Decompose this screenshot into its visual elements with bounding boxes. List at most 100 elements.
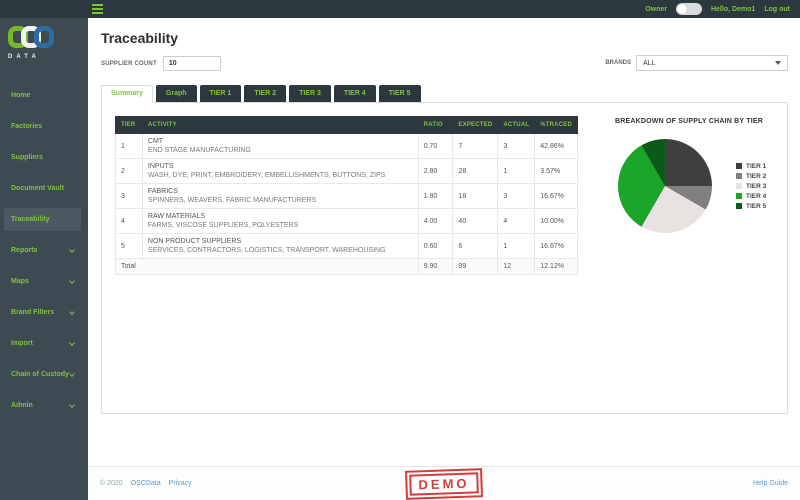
summary-tab-panel: TIER ACTIVITY RATIO EXPECTED ACTUAL %TRACED 1… xyxy=(101,102,788,414)
legend-item-tier-4: TIER 4 xyxy=(736,193,766,200)
owner-toggle[interactable] xyxy=(675,3,702,15)
logout-link[interactable]: Log out xyxy=(764,6,790,13)
chevron-down-icon xyxy=(69,247,75,253)
brands-label: BRANDS xyxy=(605,60,631,66)
tab-tier-4[interactable]: TIER 4 xyxy=(333,85,376,102)
filter-controls: SUPPLIER COUNT BRANDS ALL xyxy=(101,55,788,72)
sidebar-item-label: Chain of Custody xyxy=(11,371,69,378)
tab-summary[interactable]: Summary xyxy=(101,85,153,103)
table-row: 5 NON PRODUCT SUPPLIERS SERVICES, CONTRACT… xyxy=(115,233,578,259)
sidebar-item-label: Admin xyxy=(11,402,33,409)
cell-ratio: 1.80 xyxy=(417,183,454,209)
column-header-actual: ACTUAL xyxy=(497,116,536,134)
legend-swatch-icon xyxy=(736,183,742,189)
sidebar-item-chain-of-custody[interactable]: Chain of Custody xyxy=(0,359,88,390)
supplier-count-input[interactable] xyxy=(162,56,221,72)
chevron-down-icon xyxy=(69,340,75,346)
tab-tier-2[interactable]: TIER 2 xyxy=(244,85,287,102)
sidebar-item-label: Suppliers xyxy=(11,154,43,161)
sidebar-item-label: Import xyxy=(11,340,33,347)
cell-expected: 6 xyxy=(452,233,499,259)
chevron-down-icon xyxy=(69,371,75,377)
column-header-expected: EXPECTED xyxy=(452,116,499,134)
sidebar-item-traceability[interactable]: Traceability xyxy=(0,204,88,235)
hamburger-menu-icon[interactable] xyxy=(92,4,103,16)
supplier-count-label: SUPPLIER COUNT xyxy=(101,60,157,67)
cell-traced: 16.67% xyxy=(534,233,578,259)
sidebar-item-reports[interactable]: Reports xyxy=(0,235,88,266)
cell-tier: 5 xyxy=(115,233,143,259)
sidebar-item-maps[interactable]: Maps xyxy=(0,266,88,297)
topbar: Owner Hello, Demo1 Log out xyxy=(0,0,800,18)
column-header-tier: TIER xyxy=(115,116,143,134)
help-guide-link[interactable]: Help Guide xyxy=(753,480,788,487)
cell-ratio: 0.70 xyxy=(417,133,454,159)
sidebar-item-import[interactable]: Import xyxy=(0,328,88,359)
page-title: Traceability xyxy=(101,30,179,46)
tab-tier-3[interactable]: TIER 3 xyxy=(289,85,331,102)
owner-label: Owner xyxy=(645,5,667,13)
cell-tier: 2 xyxy=(115,158,143,184)
sidebar-item-suppliers[interactable]: Suppliers xyxy=(0,142,88,173)
cell-activity: FABRICS SPINNERS, WEAVERS, FABRIC MANUFAC… xyxy=(141,183,419,209)
cell-actual: 1 xyxy=(497,158,536,184)
sidebar-item-label: Home xyxy=(11,92,31,99)
sidebar-item-label: Reports xyxy=(11,247,38,254)
table-row: 3 FABRICS SPINNERS, WEAVERS, FABRIC MANUFA… xyxy=(115,183,578,209)
legend-label: TIER 4 xyxy=(746,192,767,200)
sidebar-item-factories[interactable]: Factories xyxy=(0,111,88,142)
table-row: 4 RAW MATERIALS FARMS, VISCOSE SUPPLIERS, … xyxy=(115,208,578,234)
cell-expected: 28 xyxy=(452,158,499,184)
sidebar-nav: Home Factories Suppliers Document Vault Trac… xyxy=(0,80,88,421)
tab-tier-1[interactable]: TIER 1 xyxy=(199,85,242,102)
cell-total-expected: 99 xyxy=(452,258,499,275)
cell-expected: 40 xyxy=(452,208,499,234)
legend-item-tier-1: TIER 1 xyxy=(736,163,766,170)
legend-label: TIER 1 xyxy=(746,162,767,170)
brands-selected-value: ALL xyxy=(643,59,656,67)
cell-ratio: 4.00 xyxy=(417,208,454,234)
table-row: 1 CMT END STAGE MANUFACTURING 0.70 7 3 42.86% xyxy=(115,133,578,159)
sidebar-item-label: Document Vault xyxy=(11,185,64,192)
copyright-text: © 2020 xyxy=(100,480,123,487)
cell-total-ratio: 9.90 xyxy=(417,258,454,275)
cell-tier: 1 xyxy=(115,133,143,159)
sidebar: DATA Home Factories Suppliers Document Vaul… xyxy=(0,18,88,500)
legend-swatch-icon xyxy=(736,163,742,169)
legend-swatch-icon xyxy=(736,173,742,179)
cell-traced: 10.00% xyxy=(534,208,578,234)
cell-activity: NON PRODUCT SUPPLIERS SERVICES, CONTRACTO… xyxy=(141,233,419,259)
table-total-row: Total 9.90 99 12 12.12% xyxy=(115,258,578,275)
cell-activity: RAW MATERIALS FARMS, VISCOSE SUPPLIERS, P… xyxy=(141,208,419,234)
dropdown-caret-icon xyxy=(775,61,781,65)
chain-link-blue-icon xyxy=(34,26,54,48)
cell-traced: 42.86% xyxy=(534,133,578,159)
sidebar-item-label: Factories xyxy=(11,123,43,130)
column-header-ratio: RATIO xyxy=(417,116,454,134)
logo-data-label: DATA xyxy=(8,54,40,60)
brands-select[interactable]: ALL xyxy=(636,55,788,71)
cell-ratio: 0.60 xyxy=(417,233,454,259)
legend-swatch-icon xyxy=(736,203,742,209)
traceability-table: TIER ACTIVITY RATIO EXPECTED ACTUAL %TRACED 1… xyxy=(115,116,578,275)
legend-item-tier-2: TIER 2 xyxy=(736,173,766,180)
demo-stamp: DEMO xyxy=(405,467,483,500)
cell-actual: 3 xyxy=(497,183,536,209)
cell-ratio: 2.80 xyxy=(417,158,454,184)
oscdata-link[interactable]: OSCData xyxy=(131,480,161,487)
sidebar-item-home[interactable]: Home xyxy=(0,80,88,111)
cell-total-actual: 12 xyxy=(497,258,536,275)
privacy-link[interactable]: Privacy xyxy=(169,480,192,487)
cell-traced: 16.67% xyxy=(534,183,578,209)
cell-tier: 4 xyxy=(115,208,143,234)
footer: © 2020 OSCData Privacy DEMO Help Guide xyxy=(88,466,800,500)
sidebar-item-label: Traceability xyxy=(11,216,50,223)
sidebar-item-document-vault[interactable]: Document Vault xyxy=(0,173,88,204)
sidebar-item-label: Brand Filters xyxy=(11,309,55,316)
demo-stamp-text: DEMO xyxy=(409,471,479,496)
sidebar-item-admin[interactable]: Admin xyxy=(0,390,88,421)
sidebar-item-brand-filters[interactable]: Brand Filters xyxy=(0,297,88,328)
column-header-activity: ACTIVITY xyxy=(141,116,419,134)
tab-tier-5[interactable]: TIER 5 xyxy=(378,85,421,102)
tab-graph[interactable]: Graph xyxy=(155,85,197,102)
